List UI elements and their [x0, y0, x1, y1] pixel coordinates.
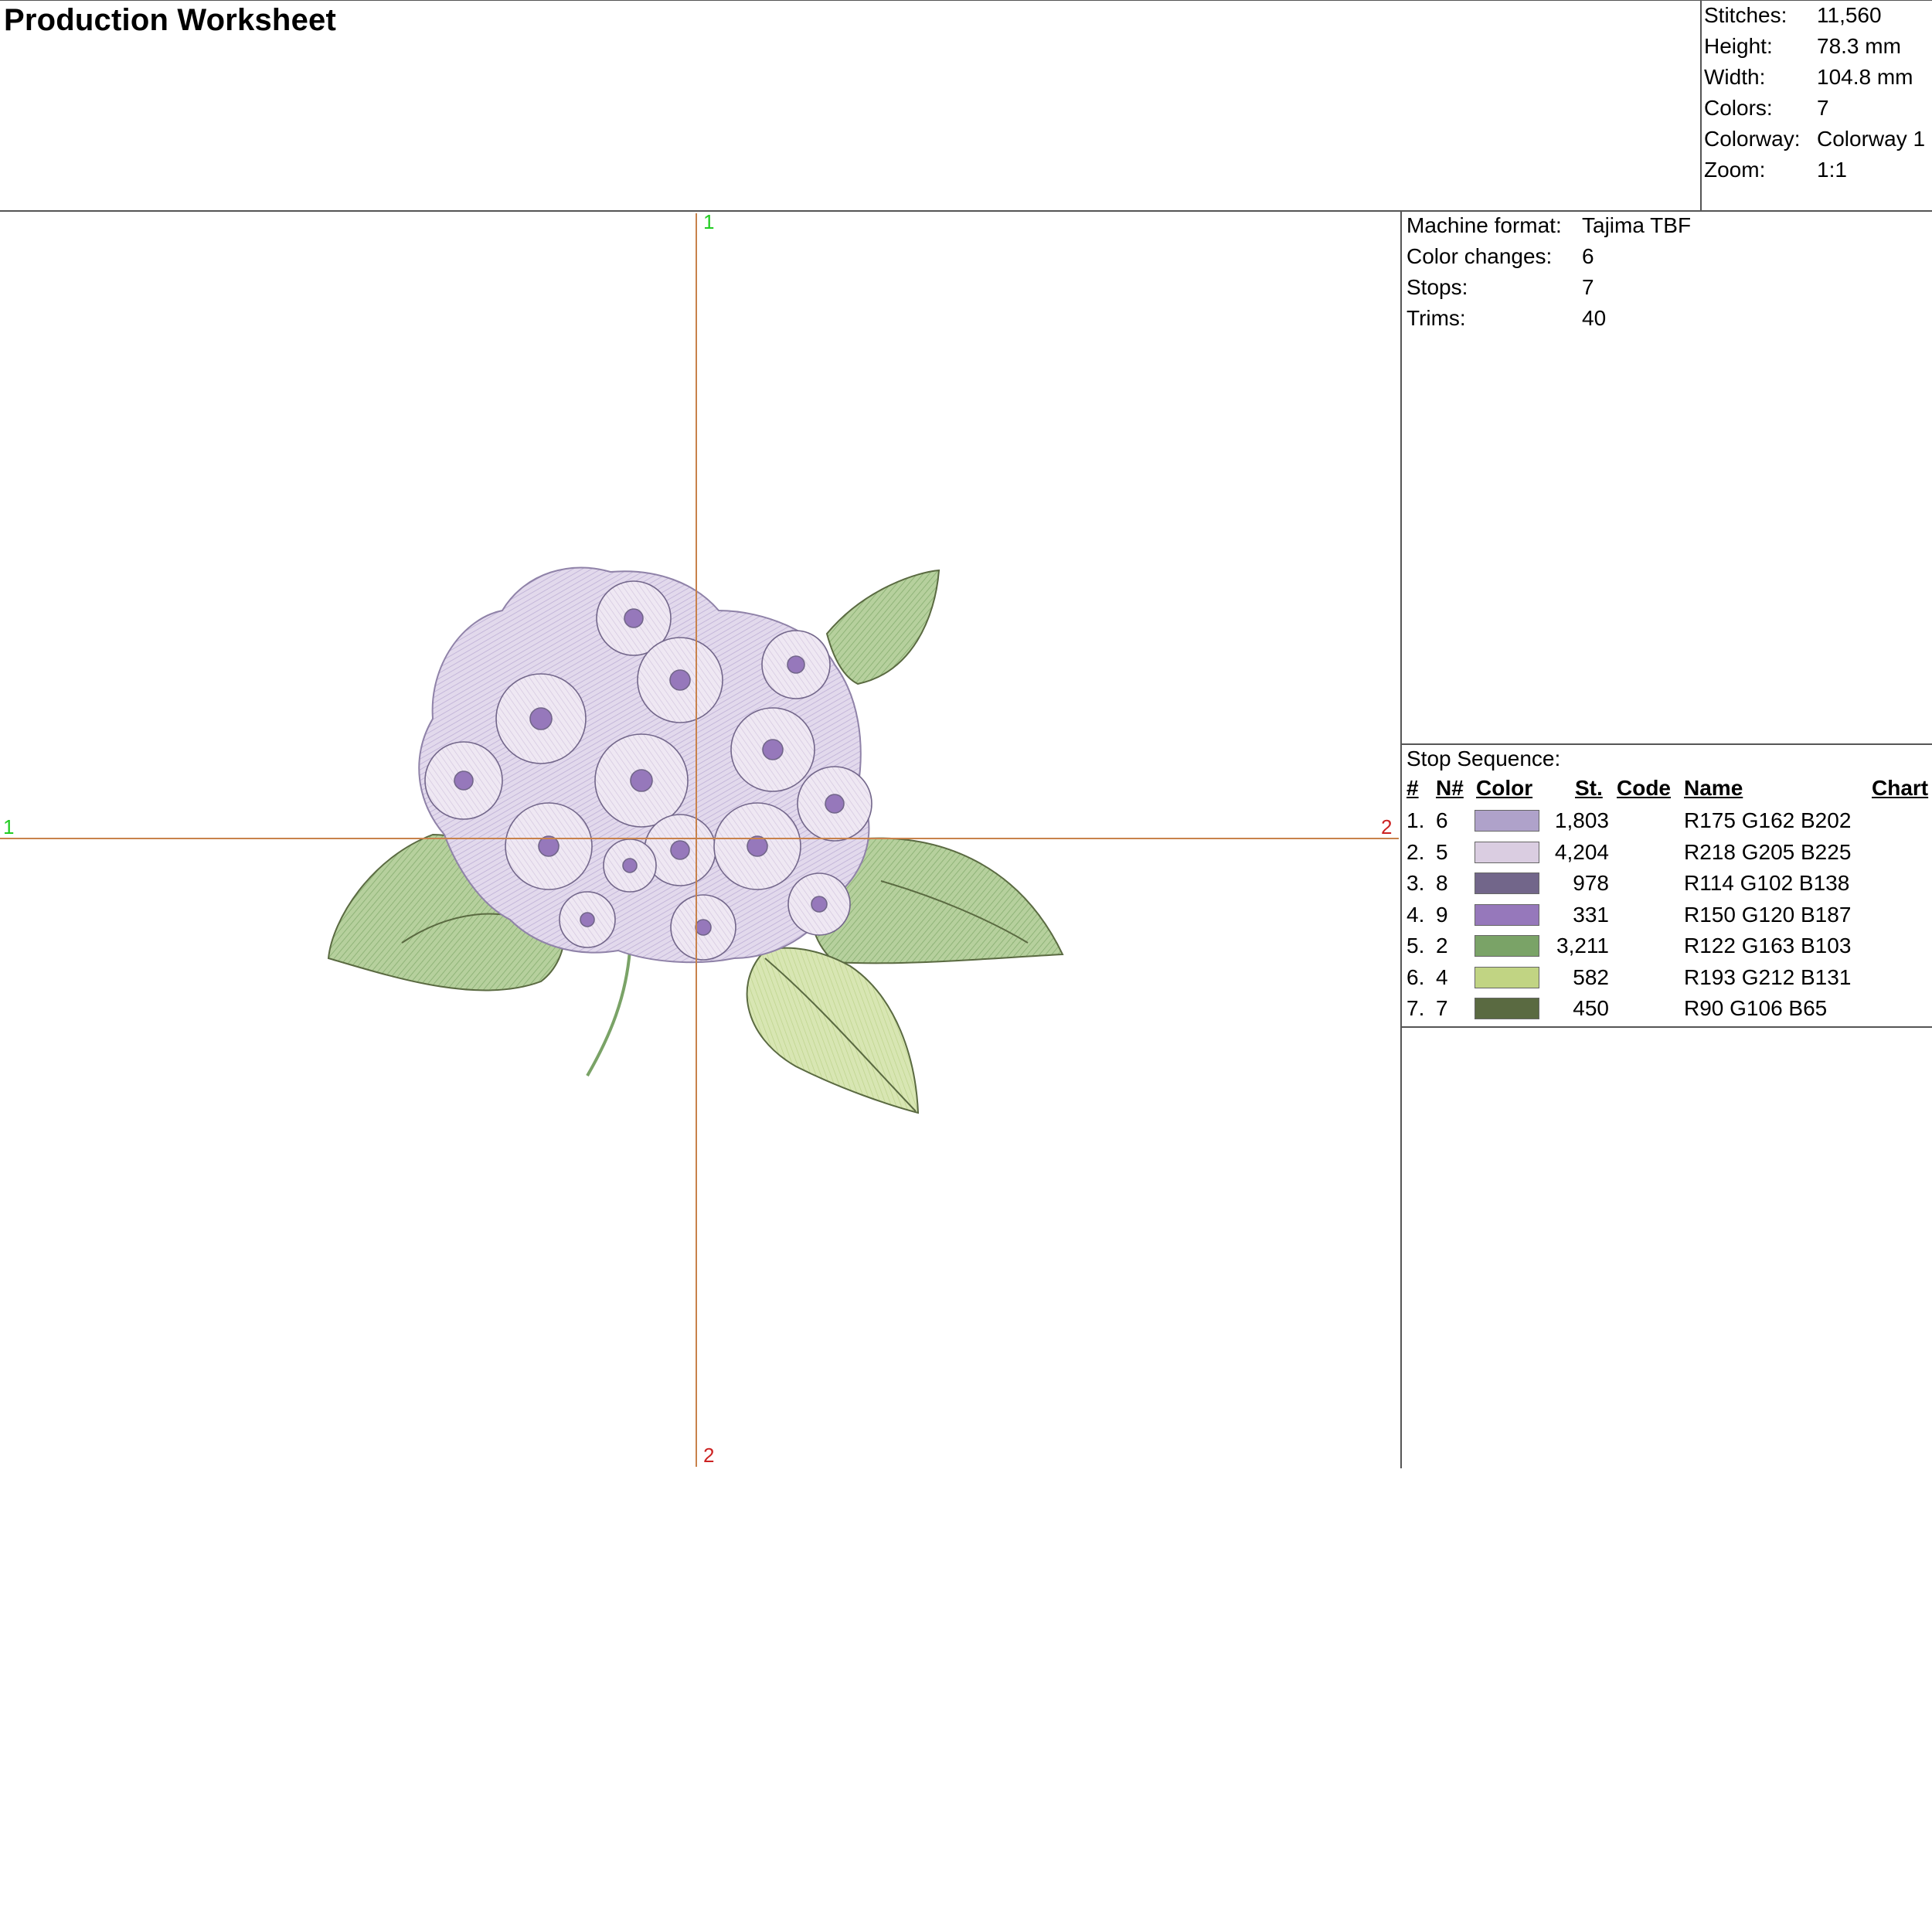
- thread-name: R193 G212 B131: [1684, 964, 1852, 989]
- header-code: Code: [1617, 776, 1671, 800]
- design-canvas: [0, 213, 1399, 1467]
- stitch-count: 582: [1573, 964, 1609, 989]
- stats-box-divider: [1700, 0, 1702, 210]
- needle-number: 2: [1436, 934, 1448, 957]
- stitch-count: 1,803: [1554, 808, 1609, 832]
- row-number: 7.: [1406, 996, 1425, 1020]
- thread-name: R175 G162 B202: [1684, 808, 1852, 832]
- stitch-count: 450: [1573, 996, 1609, 1020]
- header-needle: N#: [1436, 776, 1464, 800]
- header-name: Name: [1684, 776, 1743, 800]
- row-number: 1.: [1406, 808, 1425, 832]
- stitch-count: 331: [1573, 902, 1609, 927]
- color-swatch: [1475, 810, 1539, 832]
- side-panel-divider: [1400, 210, 1402, 1468]
- leaf-bottom: [746, 947, 920, 1114]
- axis-label-right: 2: [1381, 815, 1393, 838]
- row-number: 5.: [1406, 934, 1425, 957]
- thread-name: R114 G102 B138: [1684, 871, 1850, 895]
- thread-name: R90 G106 B65: [1684, 996, 1828, 1020]
- axis-label-bottom: 2: [703, 1444, 715, 1467]
- needle-number: 5: [1436, 839, 1448, 864]
- stop-sequence-title: Stop Sequence:: [1406, 747, 1561, 770]
- thread-name: R150 G120 B187: [1684, 902, 1852, 927]
- stitch-count: 4,204: [1554, 839, 1609, 864]
- header-stitches: St.: [1575, 776, 1603, 800]
- page-title: Production Worksheet: [4, 3, 336, 37]
- sequence-bottom-divider: [1400, 1026, 1932, 1028]
- stitch-count: 978: [1573, 871, 1609, 895]
- needle-number: 7: [1436, 996, 1448, 1020]
- header-chart: Chart: [1872, 776, 1929, 800]
- thread-name: R122 G163 B103: [1684, 934, 1852, 957]
- header-color: Color: [1476, 776, 1533, 800]
- leaf-top-right: [825, 569, 940, 685]
- needle-number: 6: [1436, 808, 1448, 832]
- thread-name: R218 G205 B225: [1684, 839, 1852, 864]
- axis-label-left: 1: [3, 815, 15, 838]
- stitch-count: 3,211: [1556, 934, 1609, 957]
- color-swatch: [1475, 935, 1539, 957]
- row-number: 6.: [1406, 964, 1425, 989]
- row-number: 3.: [1406, 871, 1425, 895]
- row-number: 2.: [1406, 839, 1425, 864]
- needle-number: 4: [1436, 964, 1448, 989]
- row-number: 4.: [1406, 902, 1425, 927]
- header-divider: [0, 0, 1932, 1]
- axis-label-top: 1: [703, 210, 715, 233]
- sequence-top-divider: [1400, 743, 1932, 745]
- header-num: #: [1406, 776, 1419, 800]
- color-swatch: [1475, 966, 1539, 988]
- needle-number: 9: [1436, 902, 1448, 927]
- needle-number: 8: [1436, 871, 1448, 895]
- color-swatch: [1475, 872, 1539, 894]
- color-swatch: [1475, 841, 1539, 863]
- color-swatch: [1475, 903, 1539, 926]
- stem: [586, 950, 631, 1077]
- stop-sequence-table: # N# Color St. Code Name Chart 1. 6 1,803 R…: [1406, 776, 1932, 1023]
- color-swatch: [1475, 998, 1539, 1019]
